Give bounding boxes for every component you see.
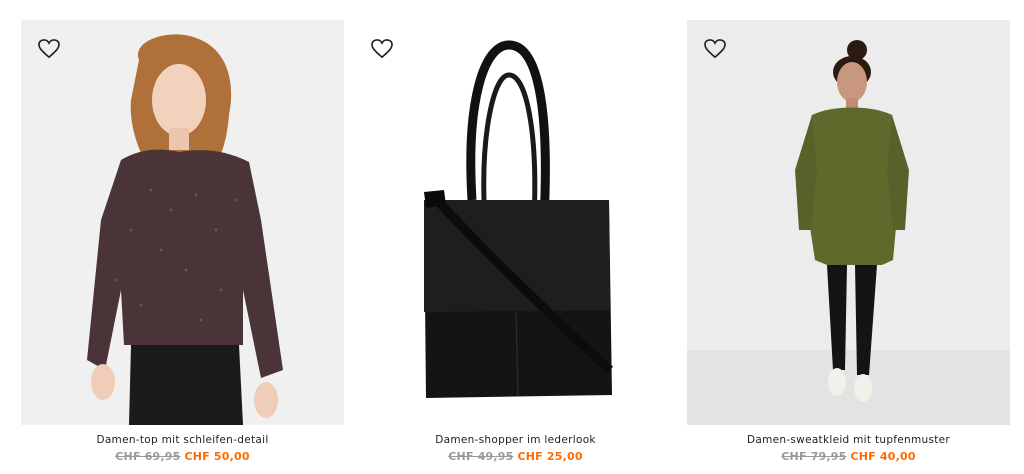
- heart-outline-icon[interactable]: [704, 39, 726, 59]
- product-card[interactable]: Damen-top mit schleifen-detail CHF 69,95…: [21, 20, 344, 463]
- product-name[interactable]: Damen-top mit schleifen-detail: [21, 434, 344, 446]
- product-image[interactable]: [354, 20, 677, 425]
- sale-price: CHF 25,00: [517, 450, 583, 463]
- old-price: CHF 69,95: [115, 450, 181, 463]
- product-price: CHF 49,95 CHF 25,00: [354, 450, 677, 463]
- product-image[interactable]: [687, 20, 1010, 425]
- old-price: CHF 79,95: [781, 450, 847, 463]
- sale-price: CHF 40,00: [850, 450, 916, 463]
- product-photo-woman-top: [21, 20, 344, 425]
- heart-outline-icon[interactable]: [371, 39, 393, 59]
- product-photo-shopper-bag: [354, 20, 677, 425]
- product-name[interactable]: Damen-sweatkleid mit tupfenmuster: [687, 434, 1010, 446]
- product-price: CHF 69,95 CHF 50,00: [21, 450, 344, 463]
- product-image[interactable]: [21, 20, 344, 425]
- heart-outline-icon[interactable]: [38, 39, 60, 59]
- sale-price: CHF 50,00: [184, 450, 250, 463]
- old-price: CHF 49,95: [448, 450, 514, 463]
- product-card[interactable]: Damen-shopper im lederlook CHF 49,95 CHF …: [354, 20, 677, 463]
- product-price: CHF 79,95 CHF 40,00: [687, 450, 1010, 463]
- product-grid: Damen-top mit schleifen-detail CHF 69,95…: [0, 0, 1024, 474]
- product-name[interactable]: Damen-shopper im lederlook: [354, 434, 677, 446]
- product-photo-woman-dress: [687, 20, 1010, 425]
- product-card[interactable]: Damen-sweatkleid mit tupfenmuster CHF 79…: [687, 20, 1010, 463]
